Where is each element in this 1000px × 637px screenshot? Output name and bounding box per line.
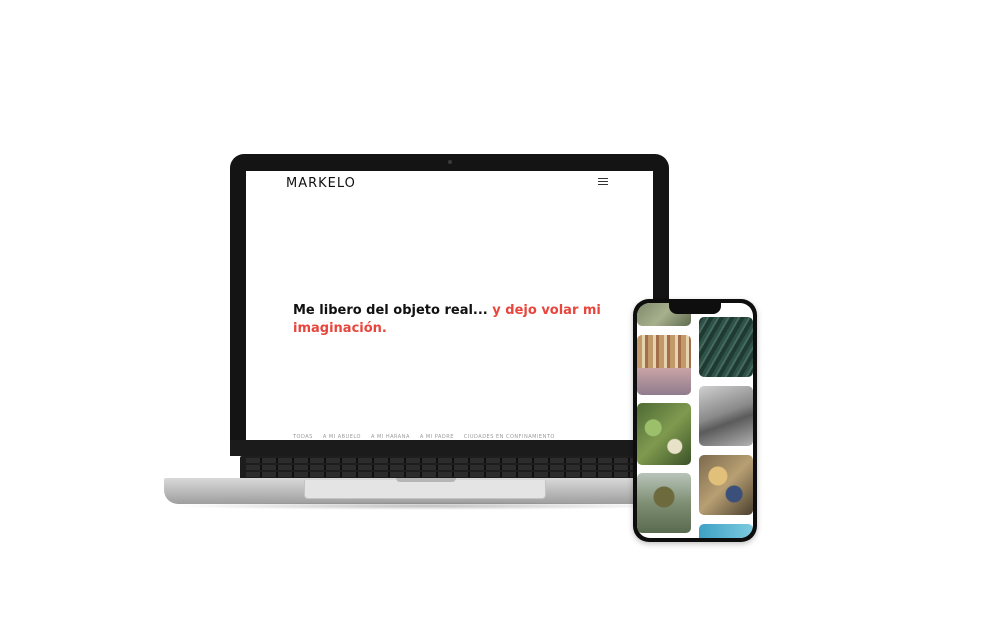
- hero-headline: Me libero del objeto real... y dejo vola…: [293, 302, 613, 338]
- site-logo[interactable]: MARKELO: [286, 176, 356, 191]
- headline-plain-text: Me libero del objeto real...: [293, 303, 488, 318]
- gallery-tile-3[interactable]: [637, 335, 691, 395]
- laptop-shadow: [170, 502, 680, 510]
- webcam: [448, 160, 452, 164]
- laptop-base: [164, 478, 684, 504]
- laptop-screen: MARKELO Me libero del objeto real... y d…: [246, 171, 653, 440]
- gallery-tile-8[interactable]: [699, 524, 753, 538]
- lid-notch: [396, 478, 456, 482]
- hamburger-menu-icon[interactable]: [598, 178, 608, 186]
- gallery-tile-7[interactable]: [637, 473, 691, 533]
- keyboard: [240, 456, 660, 480]
- gallery-tile-4[interactable]: [699, 386, 753, 446]
- laptop-bezel: [230, 440, 669, 456]
- phone-notch: [669, 303, 721, 314]
- gallery-tile-6[interactable]: [699, 455, 753, 515]
- gallery-tile-2[interactable]: [699, 317, 753, 377]
- phone-screen: [637, 303, 753, 538]
- gallery-tile-5[interactable]: [637, 403, 691, 465]
- trackpad: [304, 480, 546, 499]
- phone-frame: [633, 299, 757, 542]
